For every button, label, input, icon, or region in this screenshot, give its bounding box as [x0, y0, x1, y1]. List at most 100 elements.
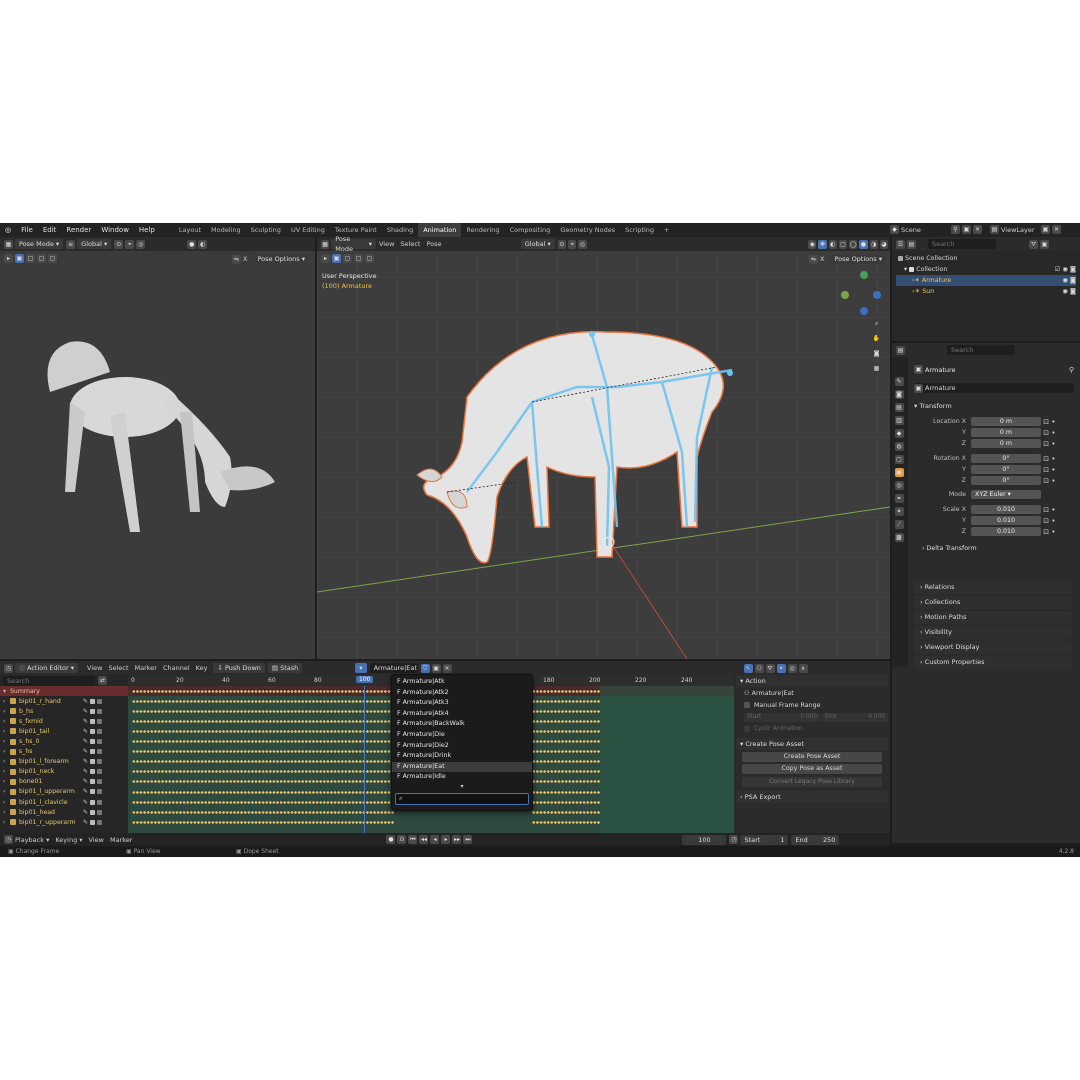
keyframe-dots[interactable] [532, 740, 600, 743]
close-icon[interactable]: ✕ [1052, 225, 1061, 234]
lock-icon[interactable]: ⊡ [1043, 418, 1049, 426]
bone-tab-icon[interactable]: ⟋ [894, 520, 904, 529]
menu-help[interactable]: Help [134, 223, 160, 237]
menu-edit[interactable]: Edit [38, 223, 62, 237]
keyframe-dots[interactable] [132, 770, 394, 774]
keyframe-dots[interactable] [132, 780, 394, 784]
keyframe-dots[interactable] [532, 790, 600, 794]
camera-icon[interactable]: ◙ [1070, 264, 1076, 275]
transform-header[interactable]: ▾ Transform [914, 400, 1074, 412]
editor-type-icon[interactable]: ▦ [4, 239, 13, 249]
lock-icon[interactable] [97, 708, 103, 714]
tab-sculpting[interactable]: Sculpting [246, 223, 286, 237]
checkbox-icon[interactable] [90, 789, 96, 795]
section-viewport-display[interactable]: › Viewport Display [914, 641, 1072, 654]
prev-key-icon[interactable]: ◂◂ [419, 835, 429, 844]
unlink-action-icon[interactable]: ✕ [442, 663, 452, 673]
output-tab-icon[interactable]: ▤ [894, 403, 904, 412]
channel-row[interactable]: › bip01_head ✎ [0, 807, 128, 817]
scene-name[interactable]: Scene [901, 226, 945, 234]
keyframe-dots[interactable] [532, 780, 600, 784]
current-frame-field[interactable]: 100 [682, 834, 727, 845]
expand-arrow-icon[interactable]: › [3, 698, 10, 705]
lock-icon[interactable]: ⊡ [1043, 455, 1049, 463]
menu-marker[interactable]: Marker [135, 664, 157, 672]
keyframe-dots[interactable] [132, 810, 394, 814]
close-icon[interactable]: ✕ [973, 225, 982, 234]
channel-row[interactable]: › bip01_tail ✎ [0, 726, 128, 736]
new-viewlayer-icon[interactable]: ▣ [1041, 225, 1050, 234]
wrench-icon[interactable]: ✎ [83, 788, 88, 795]
lock-icon[interactable] [97, 789, 103, 795]
rotation-y-field[interactable]: 0° [971, 465, 1041, 474]
collection-tab-icon[interactable]: ▢ [894, 455, 904, 464]
blender-logo-icon[interactable]: ◎ [0, 223, 16, 237]
shading-icon[interactable]: ● [187, 239, 197, 249]
section-relations[interactable]: › Relations [914, 581, 1072, 594]
keyframe-dot-icon[interactable]: • [1051, 506, 1055, 514]
menu-render[interactable]: Render [61, 223, 96, 237]
tab-layout[interactable]: Layout [174, 223, 206, 237]
keyframe-dots[interactable] [132, 740, 394, 743]
current-frame-indicator[interactable]: 100 [356, 676, 374, 683]
scene-tab-icon[interactable]: ◆ [894, 429, 904, 438]
lock-icon[interactable] [97, 739, 103, 745]
main-viewport[interactable]: ▦ Pose Mode ▾ View Select Pose Global ▾ … [317, 235, 890, 659]
hamburger-icon[interactable]: ≡ [66, 239, 76, 249]
tab-shading[interactable]: Shading [382, 223, 418, 237]
next-key-icon[interactable]: ▸▸ [452, 835, 462, 844]
wrench-icon[interactable]: ✎ [83, 748, 88, 755]
camera-icon[interactable]: ◙ [872, 349, 881, 358]
jump-end-icon[interactable]: ⏭ [463, 835, 473, 844]
play-reverse-icon[interactable]: ◂ [430, 835, 440, 844]
expand-arrow-icon[interactable]: › [3, 718, 10, 725]
lock-icon[interactable] [97, 749, 103, 755]
tool-tab-icon[interactable]: ✎ [894, 377, 904, 386]
clock-icon[interactable]: ◷ [729, 835, 739, 844]
keyframe-dot-icon[interactable]: • [1051, 528, 1055, 536]
lock-icon[interactable]: ⊡ [1043, 517, 1049, 525]
keyframe-dots[interactable] [132, 760, 394, 764]
action-browse-button[interactable]: ▾ [355, 663, 367, 673]
wrench-icon[interactable]: ✎ [83, 708, 88, 715]
location-z-field[interactable]: 0 m [971, 439, 1041, 448]
add-workspace-button[interactable]: + [659, 223, 674, 237]
wrench-icon[interactable]: ✎ [83, 758, 88, 765]
checkbox-icon[interactable] [90, 728, 96, 734]
filter-icon[interactable]: ⛛ [765, 663, 775, 673]
create-pose-panel-header[interactable]: ▾ Create Pose Asset [736, 738, 888, 750]
lock-icon[interactable]: ⊡ [1043, 477, 1049, 485]
select-box-icon[interactable]: ▣ [15, 254, 24, 263]
record-icon[interactable]: ● [386, 835, 396, 844]
keyframe-dots[interactable] [132, 820, 394, 824]
editor-type-icon[interactable]: ◷ [4, 835, 13, 844]
checkbox-icon[interactable] [90, 769, 96, 775]
eye-icon[interactable]: ◉ [1062, 286, 1068, 297]
lock-icon[interactable]: ⊡ [1043, 429, 1049, 437]
expand-arrow-icon[interactable]: › [3, 778, 10, 785]
keyframe-dot-icon[interactable]: • [1051, 455, 1055, 463]
checkbox-icon[interactable] [90, 708, 96, 714]
channel-row[interactable]: › bip01_l_clavicle ✎ [0, 797, 128, 807]
checkbox-icon[interactable] [90, 819, 96, 825]
keyframe-dots[interactable] [532, 820, 600, 824]
start-frame-field[interactable]: Start 1 [740, 834, 789, 845]
keyframe-dots[interactable] [532, 709, 600, 713]
pin-icon[interactable]: ⚲ [1069, 366, 1074, 374]
mode-dropdown[interactable]: Pose Mode ▾ [15, 239, 64, 249]
lock-icon[interactable] [97, 769, 103, 775]
expand-arrow-icon[interactable]: › [3, 738, 10, 745]
create-pose-asset-button[interactable]: Create Pose Asset [742, 752, 882, 762]
checkbox-icon[interactable] [90, 749, 96, 755]
action-item[interactable]: F Armature|Atk2 [392, 688, 532, 699]
end-frame-field[interactable]: End 250 [791, 834, 840, 845]
menu-channel[interactable]: Channel [163, 664, 190, 672]
interpolation-icon[interactable]: ∧ [798, 663, 808, 673]
lock-icon[interactable] [97, 779, 103, 785]
psa-export-panel-header[interactable]: › PSA Export [736, 791, 888, 803]
world-tab-icon[interactable]: ◍ [894, 442, 904, 451]
tab-rendering[interactable]: Rendering [461, 223, 504, 237]
outliner-collection[interactable]: ▾ Collection ☑ ◉ ◙ [896, 264, 1076, 275]
select-mode-icon[interactable]: ▢ [37, 254, 46, 263]
x-mirror-label[interactable]: X [243, 255, 247, 263]
